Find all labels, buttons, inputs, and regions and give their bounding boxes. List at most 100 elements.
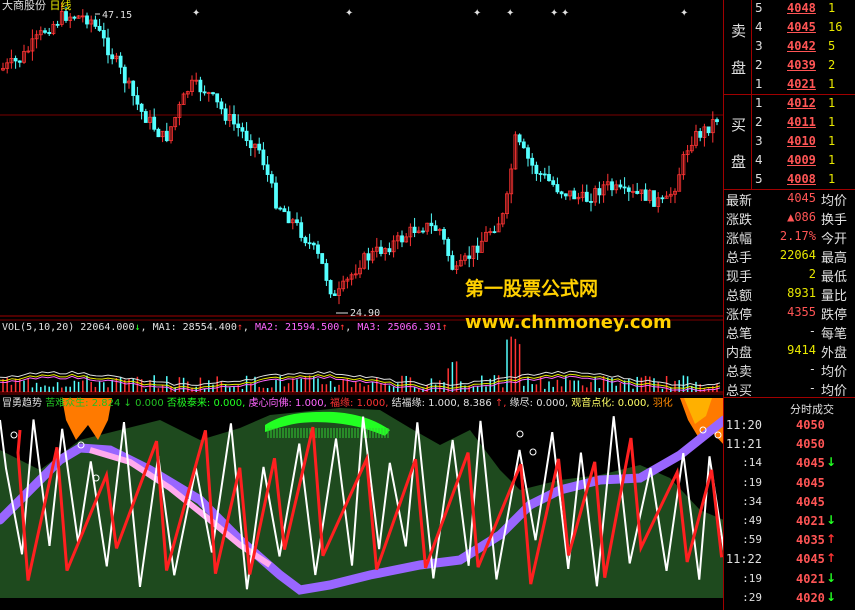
- quote-label: 总手: [726, 251, 753, 266]
- candle-body: [412, 226, 417, 234]
- event-marker: ✦: [506, 8, 514, 19]
- candle-body: [248, 140, 253, 149]
- candle-body: [93, 19, 98, 27]
- ma2-value: MA2: 21594.500: [254, 322, 340, 333]
- candle-body: [257, 143, 262, 151]
- quote-value: 4045: [787, 191, 816, 205]
- quote-label: 内盘: [726, 346, 753, 361]
- tick-price: 4021: [796, 571, 825, 586]
- candle-body: [622, 186, 627, 189]
- candle-body: [139, 103, 144, 112]
- candle-body: [320, 253, 325, 264]
- tick-arrow: ↓: [826, 455, 837, 470]
- tick-time: 11:20: [725, 418, 762, 432]
- indicator-header: 冒勇趋势 苦难众生: 2.824 ↓ 0.000 否极泰来: 0.000, 虔心…: [2, 397, 724, 410]
- quote-value: 22064: [779, 248, 816, 262]
- candle-body: [652, 190, 656, 207]
- candle-body: [555, 184, 560, 193]
- tick-arrow: ↓: [826, 513, 837, 527]
- candle-body: [597, 188, 602, 196]
- tick-arrow: ↑: [826, 551, 837, 566]
- candle-body: [379, 246, 383, 254]
- candle-body: [278, 207, 283, 210]
- indicator-item-3: 否极泰来: 0.000,: [163, 398, 246, 409]
- event-marker: ✦: [561, 8, 569, 19]
- candle-body: [530, 157, 535, 166]
- quote-value: 9414: [787, 343, 816, 357]
- buy-vol: 1: [828, 172, 836, 186]
- candle-body: [559, 191, 564, 195]
- candle-body: [475, 245, 480, 253]
- candle-body: [534, 164, 539, 174]
- candle-body: [85, 15, 89, 25]
- indicator-item-6: 结福缘: 1.000, 8.386: [388, 398, 492, 409]
- tick-time: 11:21: [725, 437, 762, 452]
- candle-body: [517, 134, 522, 143]
- candle-body: [526, 147, 530, 159]
- signal-marker: [516, 430, 524, 438]
- candle-body: [610, 181, 614, 191]
- orderbook-separator: [724, 94, 855, 95]
- sell-idx: 1: [755, 77, 763, 91]
- candle-body: [236, 123, 241, 129]
- candle-body: [618, 184, 623, 188]
- candle-body: [198, 79, 203, 93]
- tick-arrow: ↓: [826, 589, 837, 604]
- candle-body: [164, 130, 169, 142]
- quote-value: 8931: [787, 286, 816, 300]
- quote-label-right: 今开: [821, 232, 848, 247]
- kline-chart-area[interactable]: ✦ ✦ ✦ ✦ ✦ ✦ ✦: [0, 0, 724, 610]
- indicator-item-5: 福缘: 1.000,: [326, 398, 389, 409]
- quote-label-right: 均价: [821, 365, 848, 380]
- candle-body: [328, 280, 333, 295]
- candle-body: [152, 116, 157, 130]
- tick-time: :19: [742, 571, 762, 585]
- sell-vol: 5: [828, 39, 836, 53]
- buy-vol: 1: [828, 96, 836, 110]
- quote-label-right: 最高: [821, 251, 848, 266]
- quote-label-right: 均价: [821, 194, 848, 209]
- candle-body: [366, 253, 371, 261]
- sell-vol: 1: [828, 77, 836, 91]
- candle-body: [442, 229, 446, 240]
- sell-label-1: 卖: [731, 22, 747, 40]
- candle-body: [521, 141, 526, 149]
- sell-price: 4042: [787, 39, 816, 53]
- candle-body: [232, 114, 236, 125]
- candle-body: [635, 190, 640, 194]
- quote-value: -: [808, 381, 816, 395]
- candle-body: [316, 244, 320, 254]
- candle-body: [269, 174, 274, 184]
- candle-body: [156, 128, 161, 138]
- tick-time: :34: [742, 494, 762, 508]
- candle-body: [265, 164, 270, 175]
- stock-name: 大商股份: [2, 0, 46, 12]
- buy-price: 4009: [787, 153, 816, 167]
- signal-marker: [529, 448, 537, 456]
- buy-vol: 1: [828, 153, 836, 167]
- candle-body: [202, 91, 207, 94]
- ma3-arrow: ↑: [441, 322, 448, 333]
- volume-value: 22064.000: [80, 322, 135, 333]
- sell-price: 4045: [787, 20, 816, 34]
- low-price-label: 24.90: [350, 308, 381, 319]
- quote-value: -: [808, 362, 816, 376]
- candle-body: [97, 25, 102, 31]
- high-price-label: 47.15: [102, 10, 133, 21]
- tick-time: :49: [742, 514, 762, 527]
- candle-body: [261, 149, 266, 166]
- tick-time: :14: [742, 456, 762, 470]
- candle-body: [282, 208, 287, 213]
- volume-header: VOL(5,10,20) 22064.000↓, MA1: 28554.400↑…: [2, 322, 448, 333]
- candle-body: [13, 57, 18, 62]
- quote-value: 2.17%: [779, 229, 816, 243]
- candle-body: [643, 189, 648, 201]
- candle-body: [303, 237, 308, 244]
- candle-body: [143, 111, 148, 123]
- quote-label-right: 最低: [821, 270, 848, 285]
- tick-price: 4020: [796, 590, 825, 605]
- buy-vol: 1: [828, 134, 836, 148]
- sell-label-2: 盘: [731, 59, 747, 77]
- candle-body: [538, 173, 543, 175]
- tick-price: 4035: [796, 533, 825, 548]
